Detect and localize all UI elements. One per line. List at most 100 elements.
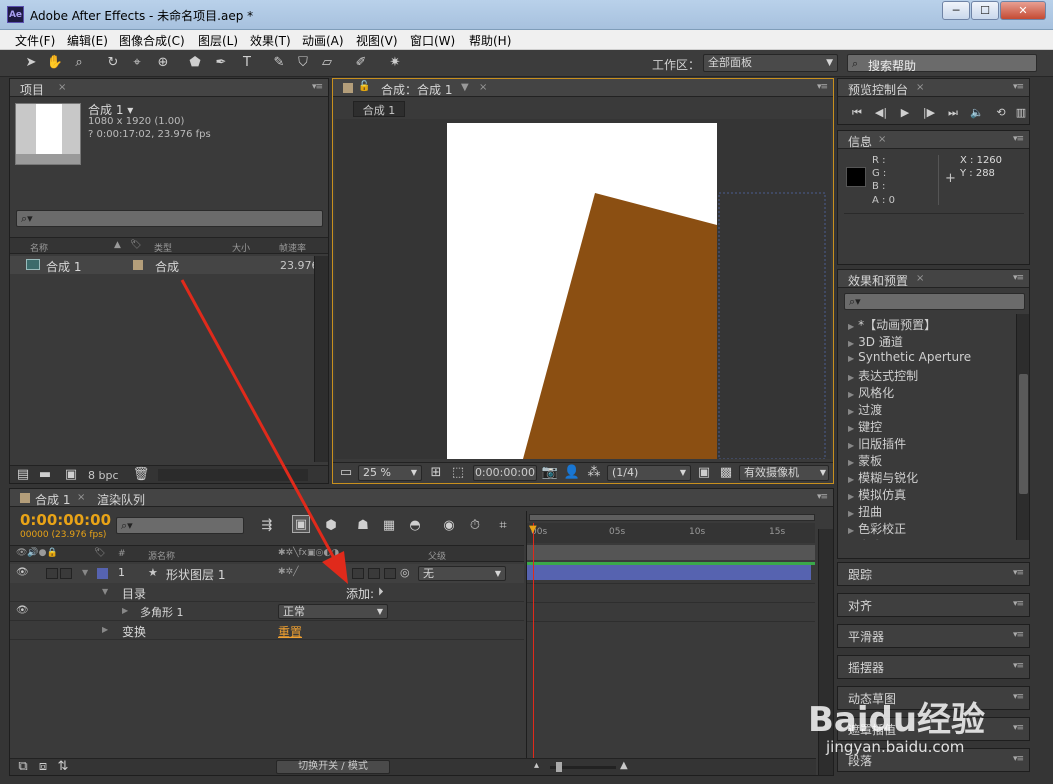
close-tab-icon[interactable]: × [916,273,924,284]
menu-file[interactable]: 文件(F) [15,32,55,49]
comp-flowchart-icon[interactable]: ⇶ [258,517,276,535]
last-frame-icon[interactable]: ⏭ [944,104,962,122]
layer-label-color[interactable] [97,568,108,579]
menu-composition[interactable]: 图像合成(C) [119,32,185,49]
parent-select[interactable]: 无 ▼ [418,566,506,581]
shape-switches-icon[interactable]: ✱✲╱ [278,567,299,577]
wiggler-panel[interactable]: 摇摆器 ▾≡ [837,655,1030,679]
preview-tab[interactable]: 预览控制台 [848,81,908,98]
interpret-footage-icon[interactable]: ▤ [14,466,32,484]
menu-window[interactable]: 窗口(W) [410,32,455,49]
comp-viewer[interactable] [335,119,831,459]
effect-category[interactable]: ▶ 扭曲 [848,503,882,520]
selection-tool-icon[interactable]: ➤ [22,54,40,72]
chevron-down-icon[interactable]: ▼ [461,82,469,93]
rotate-tool-icon[interactable]: ↻ [104,54,122,72]
timeline-search-input[interactable]: ⌕▾ [116,517,244,534]
sort-up-icon[interactable]: ▲ [114,240,121,250]
close-tab-icon[interactable]: × [58,82,66,93]
switch-box[interactable] [352,568,364,579]
contents-row[interactable]: ▼ 目录 添加: ⏵ [10,583,524,602]
panel-menu-icon[interactable]: ▾≡ [1013,134,1024,144]
effect-category[interactable]: ▶ 过渡 [848,401,882,418]
panel-menu-icon[interactable]: ▾≡ [1013,723,1024,733]
comp-subtab[interactable]: 合成 1 [353,101,405,117]
switch-box[interactable] [384,568,396,579]
wiggler-tab[interactable]: 摇摆器 [848,659,884,676]
draft-3d-icon[interactable]: ⬢ [322,517,340,535]
col-index[interactable]: # [118,549,126,559]
hand-tool-icon[interactable]: ✋ [46,54,64,72]
info-tab[interactable]: 信息 [848,133,872,150]
new-folder-icon[interactable]: ▬ [36,466,54,484]
channel-icon[interactable]: ⁂ [585,464,603,482]
prev-frame-icon[interactable]: ◀| [872,104,890,122]
project-tab[interactable]: 项目 [20,81,44,98]
maximize-button[interactable]: ☐ [971,1,999,20]
audio-icon[interactable]: 🔈 [968,104,986,122]
zoom-tool-icon[interactable]: ⌕ [70,54,88,72]
close-tab-icon[interactable]: × [77,492,85,503]
comp-nav-icon[interactable]: ⧉ [14,758,32,776]
hide-shy-icon[interactable]: ☗ [354,517,372,535]
work-area-bar[interactable] [529,514,815,521]
motion-blur-icon[interactable]: ◓ [406,517,424,535]
effect-category[interactable]: ▶ 键控 [848,418,882,435]
blend-mode-select[interactable]: 正常 ▼ [278,604,388,619]
av-switches-icon[interactable]: 👁🔊●🔒 [16,548,58,558]
grid-icon[interactable]: ⊞ [427,464,445,482]
switch-box[interactable] [368,568,380,579]
bit-depth[interactable]: 8 bpc [88,469,119,482]
mask-visibility-icon[interactable]: ⬚ [449,464,467,482]
puppet-tool-icon[interactable]: ✷ [386,54,404,72]
brush-tool-icon[interactable]: ✎ [270,54,288,72]
effects-search-input[interactable]: ⌕▾ [844,293,1025,310]
clone-stamp-tool-icon[interactable]: ⛉ [294,54,312,72]
zoom-in-icon[interactable]: ▲ [620,760,628,771]
auto-keyframe-icon[interactable]: ⏱ [466,517,484,535]
expand-icon[interactable]: ▶ [102,625,108,634]
panel-menu-icon[interactable]: ▾≡ [817,82,828,92]
pan-behind-tool-icon[interactable]: ⊕ [154,54,172,72]
reset-link[interactable]: 重置 [278,623,302,640]
lock-icon[interactable]: 🔓 [358,81,370,92]
eye-icon[interactable]: 👁 [16,605,29,616]
effect-category[interactable]: ▶ Synthetic Aperture [848,350,971,364]
resolution-select[interactable]: (1/4) ▼ [607,465,691,481]
col-name[interactable]: 名称 [30,241,48,254]
new-comp-icon[interactable]: ▣ [62,466,80,484]
panel-menu-icon[interactable]: ▾≡ [1013,692,1024,702]
toggle-switches-modes-button[interactable]: 切换开关 / 模式 [276,760,390,774]
project-scrollbar[interactable] [314,256,328,462]
zoom-select[interactable]: 25 % ▼ [358,465,422,481]
panel-menu-icon[interactable]: ▾≡ [1013,661,1024,671]
parent-pickwhip-icon[interactable]: ◎ [400,566,410,579]
panel-menu-icon[interactable]: ▾≡ [312,82,323,92]
add-menu-icon[interactable]: ⏵ [378,585,384,599]
snapshot-icon[interactable]: 📷 [541,464,559,482]
effect-category[interactable]: ▶ 蒙板 [848,452,882,469]
close-button[interactable]: ✕ [1000,1,1046,20]
show-snapshot-icon[interactable]: 👤 [563,464,581,482]
brainstorm-icon[interactable]: ◉ [440,517,458,535]
layer-switches-icon[interactable]: ✱✲╲fx▣◎◐◑ [278,548,339,558]
camera-tool-icon[interactable]: ⌖ [128,54,146,72]
layer-name[interactable]: 形状图层 1 [166,566,225,583]
close-tab-icon[interactable]: × [878,134,886,145]
panel-menu-icon[interactable]: ▾≡ [817,492,828,502]
current-time-display[interactable]: 0:00:00:00 [473,465,537,481]
timeline-comp-tab[interactable]: 合成 1 [35,491,70,508]
effect-category[interactable]: ▶ 3D 通道 [848,333,903,350]
zoom-slider-handle[interactable] [556,762,562,772]
effect-category[interactable]: ▶ 风格化 [848,384,894,401]
effect-category[interactable]: ▶ 模拟仿真 [848,486,906,503]
menu-edit[interactable]: 编辑(E) [67,32,108,49]
smoother-tab[interactable]: 平滑器 [848,628,884,645]
trash-icon[interactable]: 🗑 [132,466,150,484]
graph-editor-icon[interactable]: ⌗ [494,517,512,535]
effects-scrollbar[interactable] [1016,314,1029,540]
camera-select[interactable]: 有效摄像机 ▼ [739,465,829,481]
effect-category[interactable]: ▶ 模糊与锐化 [848,469,918,486]
panel-menu-icon[interactable]: ▾≡ [1013,273,1024,283]
search-help-input[interactable]: ⌕ 搜索帮助 [847,54,1037,73]
